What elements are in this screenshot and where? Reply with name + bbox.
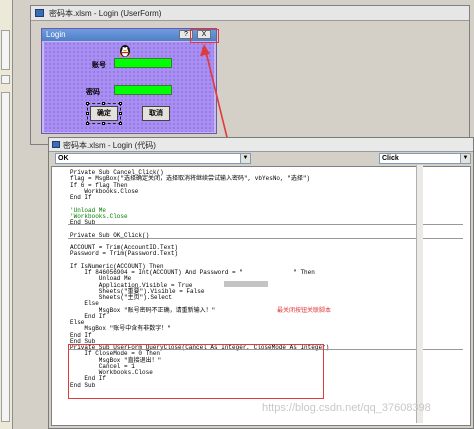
procedure-separator (68, 224, 463, 225)
procedure-dropdown[interactable]: Click ▼ (379, 153, 471, 164)
code-vertical-scrollbar[interactable] (416, 165, 423, 423)
procedure-separator (68, 238, 463, 239)
annotation-text: 最关闭按钮关联脚本 (277, 308, 332, 314)
object-dropdown-value: OK (58, 155, 69, 162)
chevron-down-icon[interactable]: ▼ (240, 154, 250, 163)
procedure-dropdown-value: Click (382, 155, 399, 162)
code-line[interactable]: End If (70, 194, 92, 201)
code-window-titlebar[interactable]: 密码本.xlsm - Login (代码) (49, 138, 473, 152)
vba-window-icon (52, 141, 60, 148)
code-line[interactable]: Password = Trim(Password.Text) (70, 250, 178, 257)
watermark: https://blog.csdn.net/qq_37608398 (262, 402, 431, 414)
queryclose-highlight (68, 344, 324, 399)
chevron-down-icon[interactable]: ▼ (460, 154, 470, 163)
redacted-password (224, 281, 268, 287)
object-dropdown[interactable]: OK ▼ (55, 153, 251, 164)
code-window-title: 密码本.xlsm - Login (代码) (63, 141, 156, 150)
